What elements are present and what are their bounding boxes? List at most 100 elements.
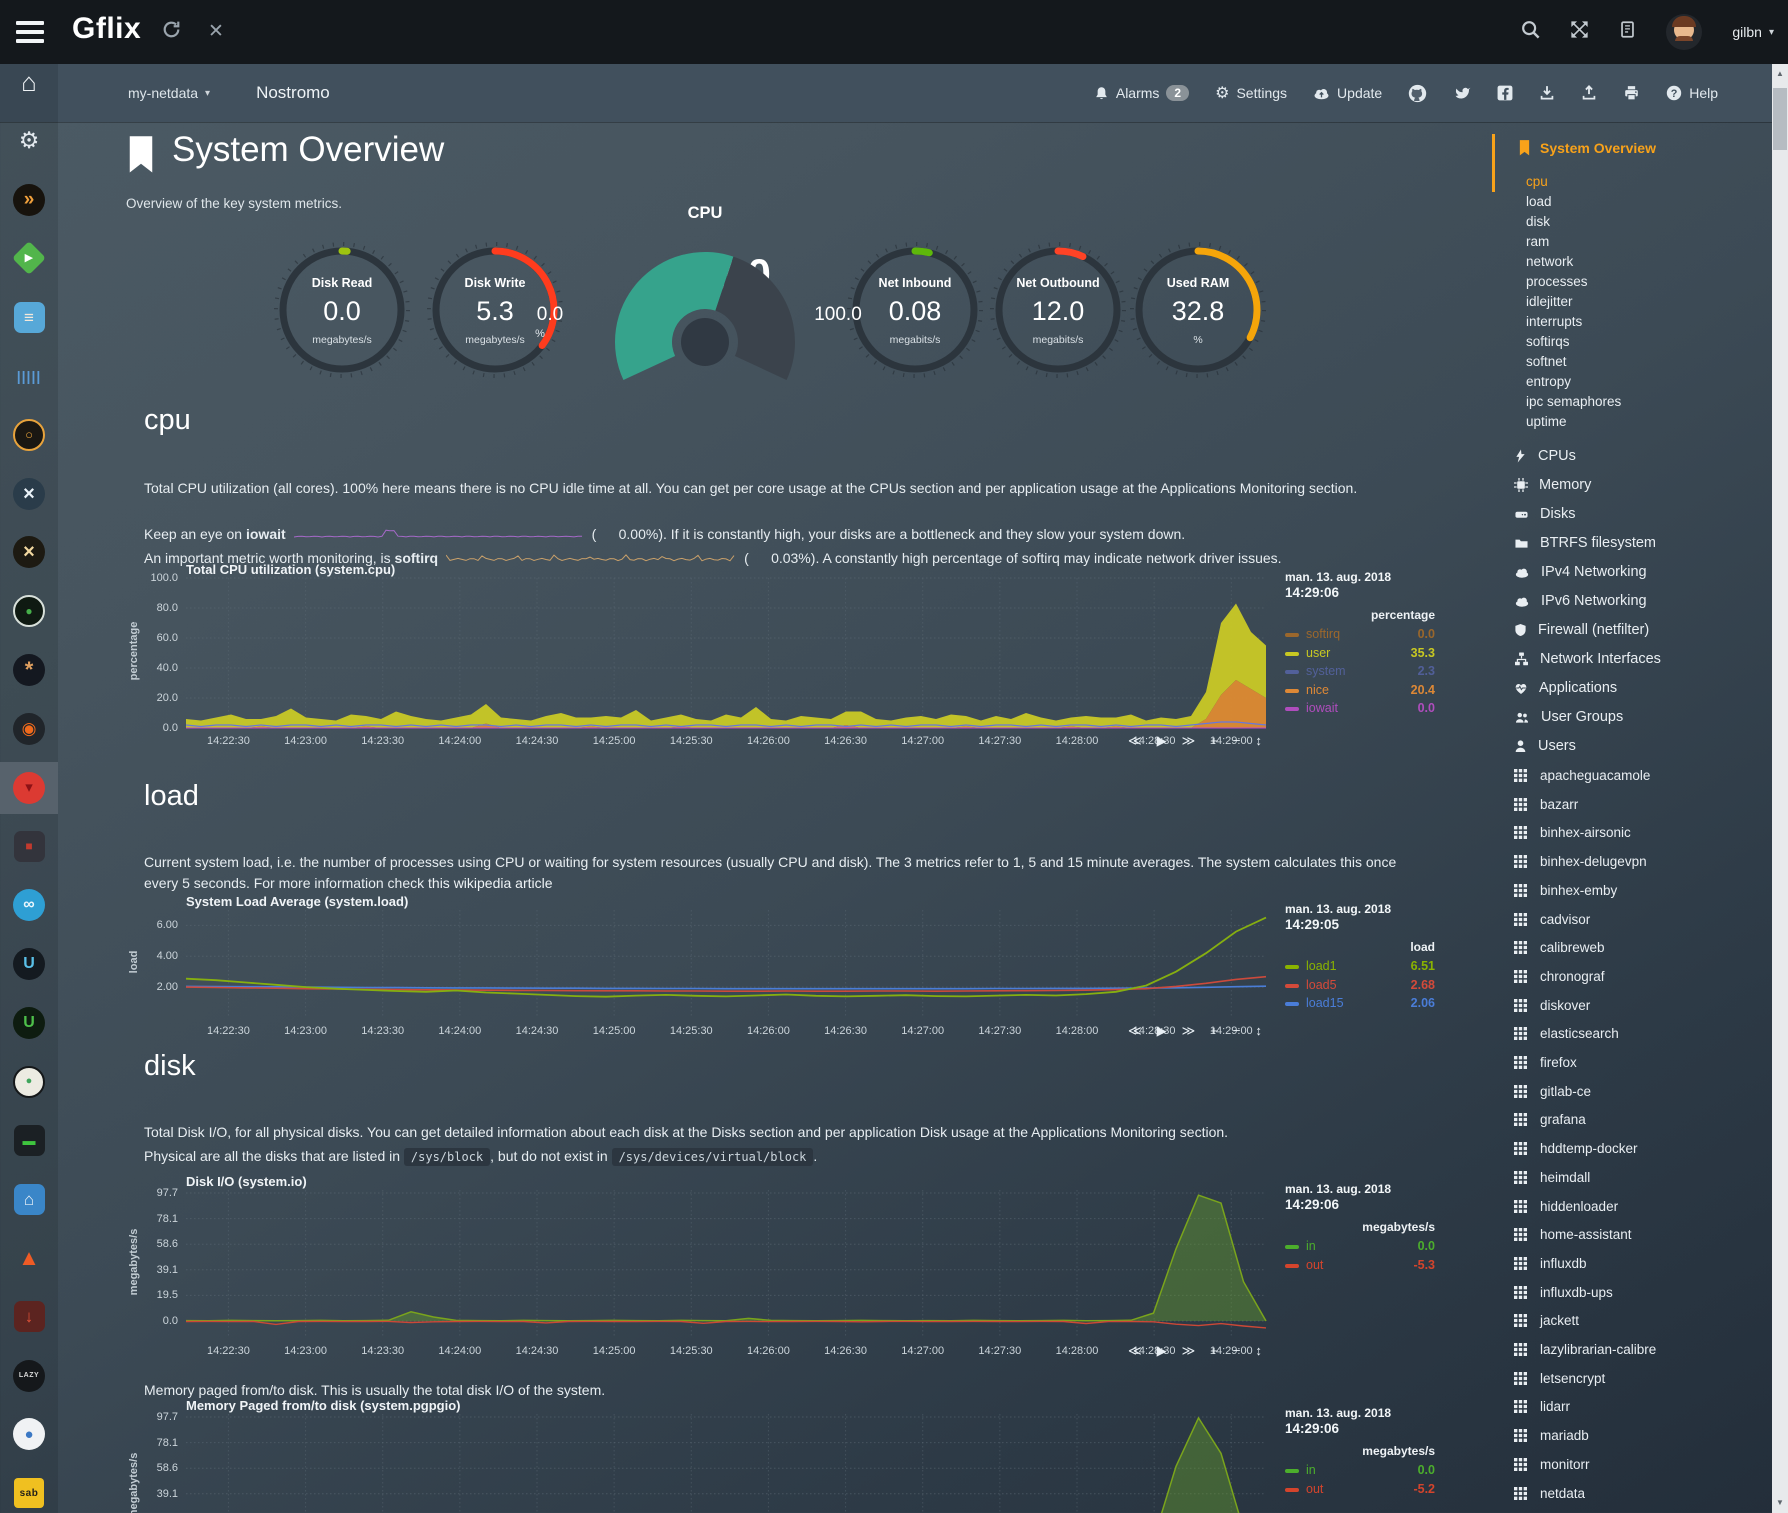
toc-app-binhex-airsonic[interactable]: binhex-airsonic	[1514, 825, 1631, 840]
facebook-icon[interactable]	[1497, 85, 1513, 101]
toc-app-netdata[interactable]: netdata	[1514, 1486, 1585, 1501]
toc-app-hiddenloader[interactable]: hiddenloader	[1514, 1199, 1618, 1214]
avatar[interactable]	[1666, 14, 1702, 50]
zoom-in-icon[interactable]: +	[1210, 733, 1218, 749]
skip-forward-icon[interactable]: ≫	[1182, 1023, 1196, 1039]
app-icon-scatter[interactable]: *	[0, 644, 58, 696]
chart-plot[interactable]	[186, 578, 1266, 728]
zoom-in-icon[interactable]: +	[1210, 1023, 1218, 1039]
toc-app-bazarr[interactable]: bazarr	[1514, 797, 1578, 812]
toc-item-softnet[interactable]: softnet	[1526, 354, 1567, 369]
legend-row-load15[interactable]: load152.06	[1285, 995, 1435, 1013]
scroll-down-arrow[interactable]: ▼	[1772, 1495, 1788, 1511]
toc-app-diskover[interactable]: diskover	[1514, 998, 1590, 1013]
page-scrollbar[interactable]: ▲ ▼	[1772, 64, 1788, 1513]
toc-item-softirqs[interactable]: softirqs	[1526, 334, 1570, 349]
skip-back-icon[interactable]: ≪	[1128, 733, 1142, 749]
toc-app-influxdb[interactable]: influxdb	[1514, 1256, 1587, 1271]
cpu-gauge[interactable]: CPU 58.0 0.0 % 100.0	[520, 204, 890, 389]
gauge-used-ram[interactable]: Used RAM32.8%	[1128, 240, 1268, 380]
app-icon-jackett-magnifier[interactable]: ○	[0, 409, 58, 461]
legend-row-out[interactable]: out-5.3	[1285, 1257, 1435, 1275]
toc-section-cpus[interactable]: CPUs	[1514, 448, 1576, 464]
download-icon[interactable]	[1539, 85, 1555, 101]
disk-chart[interactable]: Disk I/O (system.io)97.778.158.639.119.5…	[120, 1168, 1450, 1378]
toc-app-letsencrypt[interactable]: letsencrypt	[1514, 1371, 1605, 1386]
toc-app-binhex-emby[interactable]: binhex-emby	[1514, 883, 1617, 898]
chart-plot[interactable]	[186, 1190, 1266, 1338]
app-icon-netdata-active[interactable]: ▾	[0, 762, 58, 814]
toc-item-entropy[interactable]: entropy	[1526, 374, 1571, 389]
play-icon[interactable]: ▶	[1157, 1343, 1167, 1359]
legend-row-in[interactable]: in0.0	[1285, 1238, 1435, 1256]
app-icon-green-u[interactable]: U	[0, 997, 58, 1049]
toc-item-idlejitter[interactable]: idlejitter	[1526, 294, 1573, 309]
print-icon[interactable]	[1623, 85, 1640, 101]
toc-app-lazylibrarian-calibre[interactable]: lazylibrarian-calibre	[1514, 1342, 1656, 1357]
toc-section-applications[interactable]: Applications	[1514, 680, 1617, 696]
app-icon-influx-u[interactable]: U	[0, 938, 58, 990]
app-icon-turtle[interactable]: ●	[0, 1056, 58, 1108]
skip-forward-icon[interactable]: ≫	[1182, 733, 1196, 749]
changelog-icon[interactable]	[1619, 20, 1636, 44]
toc-app-firefox[interactable]: firefox	[1514, 1055, 1577, 1070]
toc-app-monitorr[interactable]: monitorr	[1514, 1457, 1590, 1472]
toc-app-home-assistant[interactable]: home-assistant	[1514, 1227, 1632, 1242]
toc-app-lidarr[interactable]: lidarr	[1514, 1399, 1570, 1414]
cpu-chart[interactable]: Total CPU utilization (system.cpu)100.08…	[120, 556, 1450, 766]
legend-row-nice[interactable]: nice20.4	[1285, 682, 1435, 700]
play-icon[interactable]: ▶	[1157, 1023, 1167, 1039]
app-icon-deluge-droplet[interactable]: ●	[0, 1408, 58, 1460]
memory-paged-chart[interactable]: Memory Paged from/to disk (system.pgpgio…	[120, 1392, 1450, 1513]
menu-icon[interactable]	[16, 21, 44, 43]
legend-row-load5[interactable]: load52.68	[1285, 977, 1435, 995]
upload-icon[interactable]	[1581, 85, 1597, 101]
help-button[interactable]: ? Help	[1666, 85, 1718, 101]
toc-section-firewall-netfilter-[interactable]: Firewall (netfilter)	[1514, 622, 1649, 638]
legend-row-user[interactable]: user35.3	[1285, 645, 1435, 663]
app-title[interactable]: Gflix	[72, 12, 141, 46]
app-icon-lazylibrarian[interactable]: LAZY	[0, 1350, 58, 1402]
app-icon-blue-loop[interactable]: ∞	[0, 879, 58, 931]
toc-header[interactable]: System Overview	[1518, 140, 1656, 156]
toc-section-memory[interactable]: Memory	[1514, 477, 1591, 493]
search-icon[interactable]	[1521, 20, 1540, 44]
close-icon[interactable]: ✕	[208, 20, 224, 43]
toc-app-cadvisor[interactable]: cadvisor	[1514, 912, 1590, 927]
toc-app-mariadb[interactable]: mariadb	[1514, 1428, 1589, 1443]
toc-item-load[interactable]: load	[1526, 194, 1552, 209]
chart-plot[interactable]	[186, 910, 1266, 1018]
play-icon[interactable]: ▶	[1157, 733, 1167, 749]
resize-icon[interactable]: ↕	[1255, 733, 1262, 749]
app-icon-cross-gold[interactable]: ×	[0, 526, 58, 578]
toc-app-heimdall[interactable]: heimdall	[1514, 1170, 1590, 1185]
toc-item-interrupts[interactable]: interrupts	[1526, 314, 1582, 329]
app-icon-orange-chevrons[interactable]: »	[0, 174, 58, 226]
toc-app-influxdb-ups[interactable]: influxdb-ups	[1514, 1285, 1613, 1300]
toc-app-gitlab-ce[interactable]: gitlab-ce	[1514, 1084, 1591, 1099]
app-icon-cross-white[interactable]: ×	[0, 468, 58, 520]
toc-item-processes[interactable]: processes	[1526, 274, 1588, 289]
app-icon-green-ring[interactable]: ●	[0, 585, 58, 637]
load-chart[interactable]: System Load Average (system.load)6.004.0…	[120, 888, 1450, 1098]
app-icon-gitlab-fox[interactable]: ▲	[0, 1232, 58, 1284]
toc-section-ipv6-networking[interactable]: IPv6 Networking	[1514, 593, 1647, 609]
toc-item-disk[interactable]: disk	[1526, 214, 1550, 229]
toc-item-uptime[interactable]: uptime	[1526, 414, 1567, 429]
chart-plot[interactable]	[186, 1414, 1266, 1513]
scroll-thumb[interactable]	[1773, 88, 1787, 150]
gear-icon[interactable]: ⚙	[0, 115, 58, 167]
legend-row-out[interactable]: out-5.2	[1285, 1481, 1435, 1499]
resize-icon[interactable]: ↕	[1255, 1023, 1262, 1039]
toc-item-ram[interactable]: ram	[1526, 234, 1549, 249]
toc-app-elasticsearch[interactable]: elasticsearch	[1514, 1026, 1619, 1041]
toc-item-cpu[interactable]: cpu	[1526, 174, 1548, 189]
app-icon-airsonic-soundwave[interactable]: |||||	[0, 350, 58, 402]
gauge-disk-read[interactable]: Disk Read0.0megabytes/s	[272, 240, 412, 380]
twitter-icon[interactable]	[1453, 85, 1471, 101]
toc-section-disks[interactable]: Disks	[1514, 506, 1575, 522]
toc-section-user-groups[interactable]: User Groups	[1514, 709, 1623, 725]
settings-button[interactable]: ⚙ Settings	[1215, 83, 1287, 103]
toc-section-btrfs-filesystem[interactable]: BTRFS filesystem	[1514, 535, 1656, 551]
app-icon-media-library[interactable]: ≡	[0, 291, 58, 343]
